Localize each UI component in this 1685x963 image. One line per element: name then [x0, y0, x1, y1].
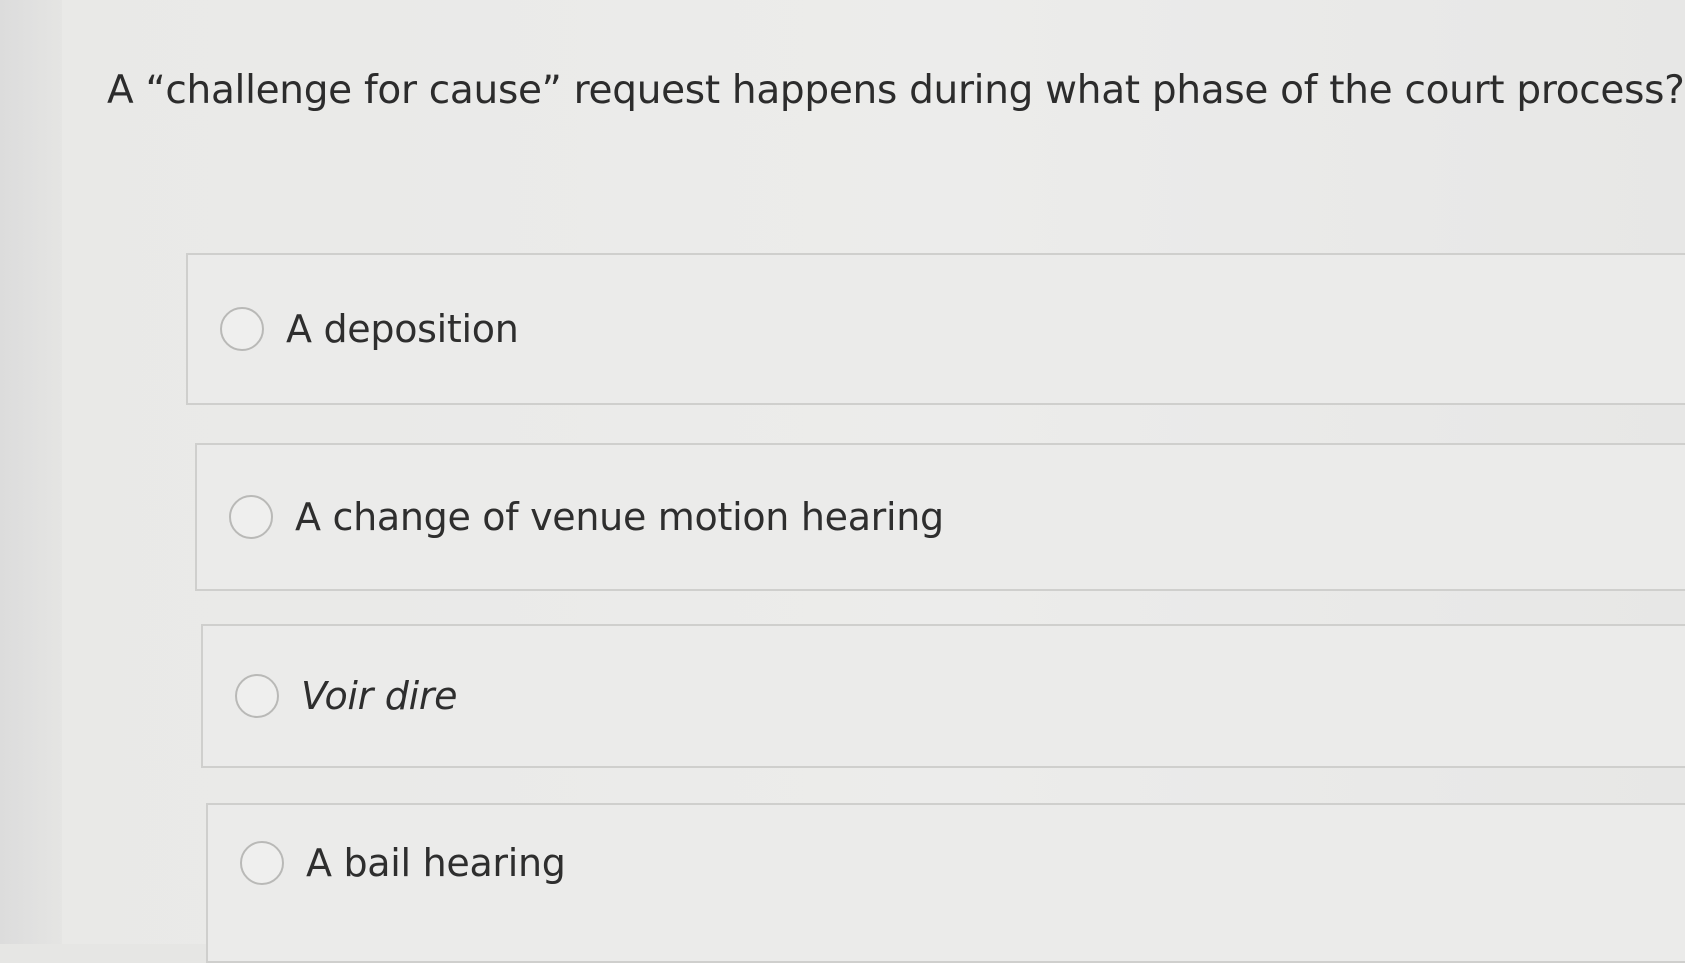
radio-button-icon[interactable]	[240, 841, 284, 885]
radio-button-icon[interactable]	[229, 495, 273, 539]
choice-option-1[interactable]: A deposition	[186, 253, 1685, 405]
choice-option-2[interactable]: A change of venue motion hearing	[195, 443, 1685, 591]
choice-option-4[interactable]: A bail hearing	[206, 803, 1685, 963]
choice-label: A change of venue motion hearing	[295, 495, 944, 539]
choice-label: Voir dire	[301, 674, 458, 718]
radio-button-icon[interactable]	[235, 674, 279, 718]
choice-label: A bail hearing	[306, 841, 566, 885]
radio-button-icon[interactable]	[220, 307, 264, 351]
choice-option-3[interactable]: Voir dire	[201, 624, 1685, 768]
answer-choices: A deposition A change of venue motion he…	[0, 0, 1685, 963]
choice-label: A deposition	[286, 307, 519, 351]
